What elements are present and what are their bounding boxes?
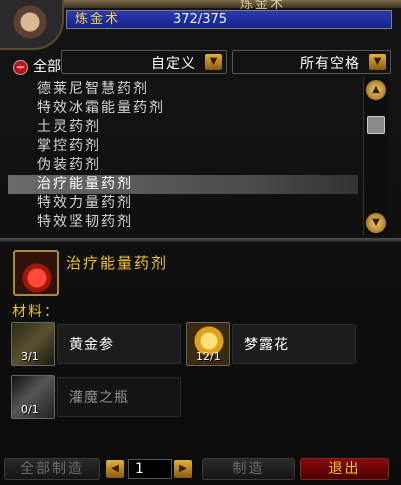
chevron-down-icon[interactable]: ▼ (205, 54, 222, 70)
recipe-name: 土灵药剂 (37, 119, 101, 135)
quantity-input[interactable]: 1 (128, 459, 172, 479)
collapse-all-icon[interactable]: − (13, 60, 28, 75)
list-item[interactable]: 掌控药剂 (8, 137, 358, 156)
create-button[interactable]: 制造 (202, 458, 295, 480)
reagent-name: 灌魔之瓶 (69, 390, 129, 406)
slot-dropdown[interactable]: 所有空格 ▼ (232, 50, 391, 74)
result-item-name[interactable]: 治疗能量药剂 (66, 252, 168, 273)
scroll-down-icon[interactable]: ▼ (366, 213, 386, 233)
list-item[interactable]: 德莱尼智慧药剂 (8, 80, 358, 99)
recipe-name: 特效力量药剂 (37, 195, 133, 211)
subclass-dropdown-value: 自定义 (151, 56, 196, 72)
decrement-icon[interactable]: ◀ (106, 460, 124, 478)
list-item[interactable]: 土灵药剂 (8, 118, 358, 137)
potion-icon[interactable] (13, 250, 59, 296)
reagent-slot[interactable]: 灌魔之瓶 0/1 (11, 375, 181, 419)
create-all-button[interactable]: 全部制造 (4, 458, 100, 480)
list-item[interactable]: 特效冰霜能量药剂 (8, 99, 358, 118)
list-item[interactable]: 伪装药剂 (8, 156, 358, 175)
reagent-count: 12/1 (196, 350, 221, 363)
divider (0, 238, 401, 242)
exit-button[interactable]: 退出 (300, 458, 389, 480)
recipe-name: 特效坚韧药剂 (37, 214, 133, 230)
tradeskill-window: 炼金术 炼金术 372/375 − 全部 自定义 ▼ 所有空格 ▼ 德莱尼智慧药… (0, 0, 401, 485)
recipe-list: 德莱尼智慧药剂 特效冰霜能量药剂 土灵药剂 掌控药剂 伪装药剂 治疗能量药剂 特… (8, 80, 358, 233)
skill-name: 炼金术 (75, 12, 121, 27)
list-item-selected[interactable]: 治疗能量药剂 (8, 175, 358, 194)
reagent-name: 黄金参 (69, 337, 114, 353)
recipe-name: 掌控药剂 (37, 138, 101, 154)
skill-rank-bar: 炼金术 372/375 (66, 10, 392, 29)
character-portrait (0, 0, 64, 50)
recipe-name: 特效冰霜能量药剂 (37, 100, 165, 116)
slot-dropdown-value: 所有空格 (300, 56, 360, 72)
chevron-down-icon[interactable]: ▼ (369, 54, 386, 70)
recipe-name: 伪装药剂 (37, 157, 101, 173)
subclass-dropdown[interactable]: 自定义 ▼ (61, 50, 227, 74)
scroll-thumb[interactable] (367, 116, 385, 134)
reagent-count: 3/1 (21, 350, 39, 363)
reagent-slot[interactable]: 黄金参 3/1 (11, 322, 181, 366)
recipe-name: 治疗能量药剂 (37, 176, 133, 192)
collapse-all-label: 全部 (33, 59, 61, 75)
reagent-slot[interactable]: 梦露花 12/1 (186, 322, 356, 366)
increment-icon[interactable]: ▶ (174, 460, 192, 478)
scroll-up-icon[interactable]: ▲ (366, 80, 386, 100)
materials-label: 材料： (12, 304, 60, 320)
recipe-name: 德莱尼智慧药剂 (37, 81, 149, 97)
skill-rank: 372/375 (173, 12, 228, 27)
title-strip: 炼金术 (64, 0, 401, 12)
list-item[interactable]: 特效力量药剂 (8, 194, 358, 213)
recipe-list-scrollbar[interactable]: ▲ ▼ (363, 78, 388, 235)
reagent-count: 0/1 (21, 403, 39, 416)
list-item[interactable]: 特效坚韧药剂 (8, 213, 358, 232)
reagent-name: 梦露花 (244, 337, 289, 353)
